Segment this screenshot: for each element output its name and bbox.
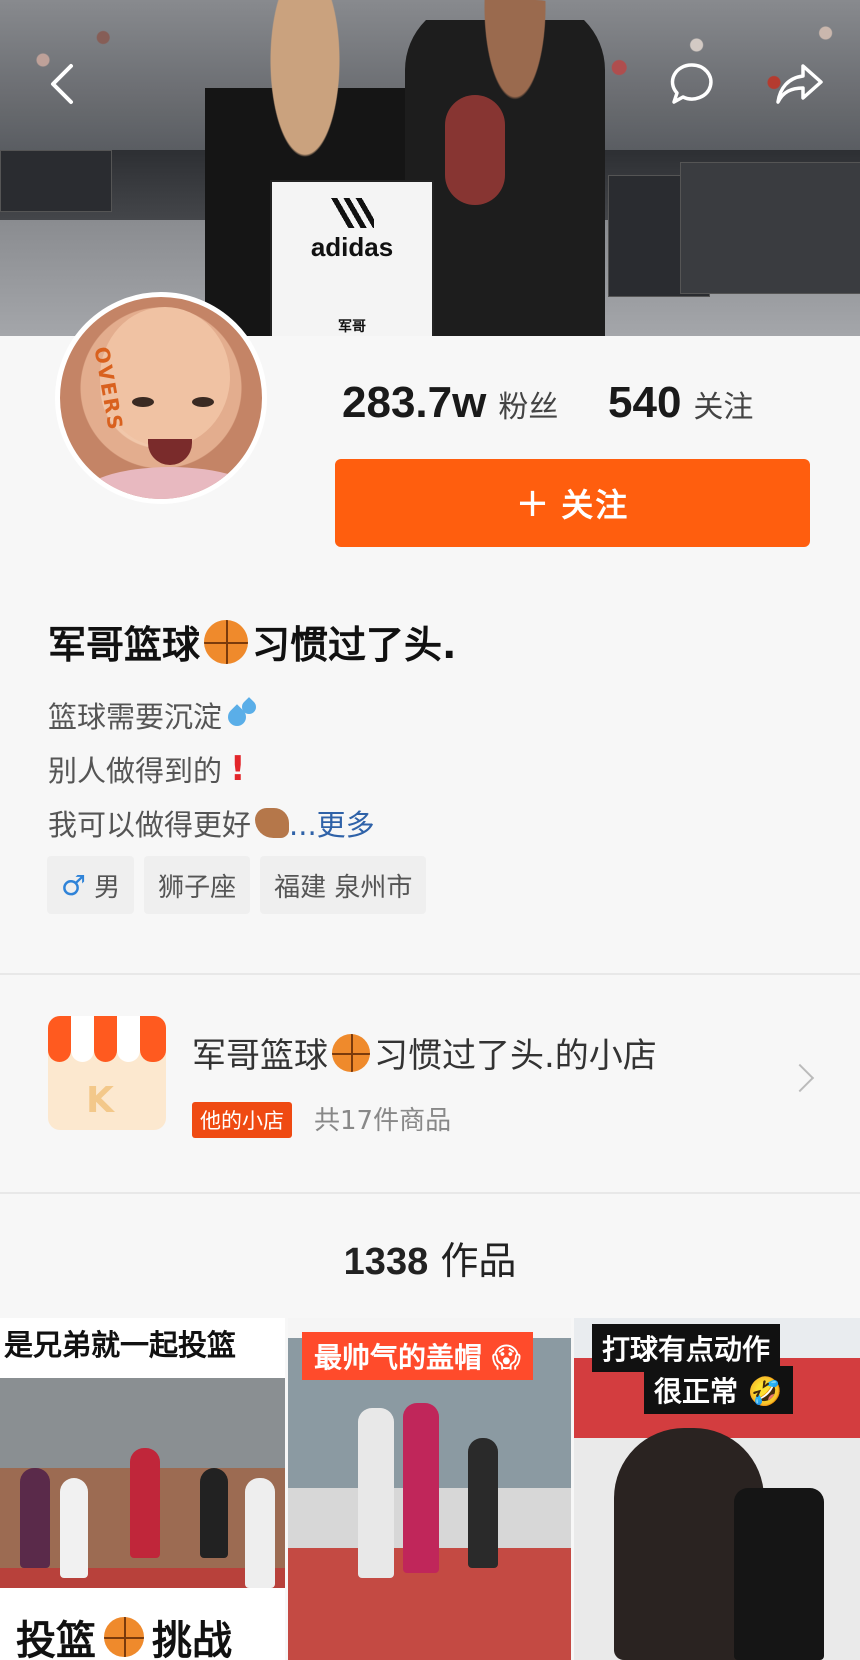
nickname-part1: 军哥篮球 [48,623,201,667]
video-grid: 是兄弟就一起投篮 投篮 挑战 最帅气的盖帽 😱 打球有点动作 很正常 🤣 [0,1318,860,1660]
following-count: 540 [608,378,682,427]
shop-title: 军哥篮球 习惯过了头.的小店 [192,1028,657,1077]
video-tile-1[interactable]: 是兄弟就一起投篮 投篮 挑战 [0,1318,285,1660]
works-label: 作品 [440,1239,517,1283]
video-caption: 打球有点动作 [592,1324,781,1372]
works-header[interactable]: 1338 作品 [0,1230,860,1285]
share-button[interactable] [772,56,828,112]
certificate-name: 军哥 [338,319,366,335]
fans-label: 粉丝 [498,390,559,425]
video-tile-3[interactable]: 打球有点动作 很正常 🤣 [574,1318,860,1660]
sweat-drops-emoji [226,698,260,732]
certificate-brand: adidas [310,232,394,262]
shop-k-letter: K [86,1080,114,1121]
video-tile-2[interactable]: 最帅气的盖帽 😱 [288,1318,571,1660]
shop-entry[interactable]: K 军哥篮球 习惯过了头.的小店 他的小店 共17件商品 [0,976,860,1190]
fans-stat[interactable]: 283.7w 粉丝 [342,378,558,428]
follow-button-label: 关注 [561,486,630,524]
comment-button[interactable] [664,56,720,112]
shop-awning [140,1016,166,1062]
video-figure [130,1448,160,1558]
bio-more-link[interactable]: ...更多 [289,802,375,844]
video-caption-bottom-part2: 挑战 [152,1618,232,1660]
profile-card: OVERS 283.7w 粉丝 540 关注 + 关注 军哥篮球 习惯过了头. … [0,292,860,974]
bio-line: 篮球需要沉淀 [48,694,260,736]
avatar-shirt [80,467,260,499]
plus-icon: + [515,480,552,526]
bio-line: 我可以做得更好 ...更多 [48,802,375,844]
follow-button[interactable]: + 关注 [335,459,810,547]
basketball-emoji [332,1033,370,1072]
back-icon [51,64,73,104]
chevron-right-icon [785,1063,815,1093]
video-caption: 是兄弟就一起投篮 [4,1328,237,1362]
comment-icon [670,63,713,104]
fans-count: 283.7w [342,378,487,427]
tag-zodiac: 狮子座 [144,856,251,914]
cover-sign [0,150,112,212]
basketball-emoji [104,1617,144,1657]
avatar[interactable]: OVERS [55,292,267,504]
video-caption: 最帅气的盖帽 😱 [302,1332,533,1380]
flexed-biceps-emoji [255,808,290,838]
video-figure [60,1478,88,1578]
avatar-eye [132,397,154,407]
shop-count: 共17件商品 [314,1106,452,1136]
avatar-mouth [148,439,192,465]
divider [0,1192,860,1194]
tag-gender: ♂ 男 [47,856,135,914]
cover-sign [680,162,860,294]
cover-player-right [405,0,605,336]
bio-text-3: 我可以做得更好 [48,808,252,842]
shop-awning [94,1016,117,1062]
bio-text-1: 篮球需要沉淀 [48,700,223,734]
following-stat[interactable]: 540 关注 [608,378,753,428]
exclamation-emoji: ! [230,749,246,789]
shop-title-part2: 习惯过了头.的小店 [374,1036,657,1076]
laughing-emoji: 🤣 [747,1375,783,1408]
shop-awning [71,1016,94,1062]
video-caption-bottom: 投篮 挑战 [16,1608,232,1660]
back-button[interactable] [34,56,90,112]
video-caption-text: 最帅气的盖帽 [314,1341,483,1374]
video-caption-line2: 很正常 🤣 [644,1366,793,1414]
works-count: 1338 [343,1241,429,1283]
shop-awning [117,1016,140,1062]
bio-text-2: 别人做得到的 [48,754,223,788]
profile-tags: ♂ 男 狮子座 福建 泉州市 [47,856,427,914]
video-figure [358,1408,394,1578]
video-caption-text: 很正常 [654,1375,739,1408]
cover-photo[interactable]: adidas 军哥 [0,0,860,336]
divider [0,973,860,975]
share-icon [776,64,823,104]
shop-badge: 他的小店 [192,1102,292,1138]
nickname-part2: 习惯过了头. [252,623,457,667]
video-figure [200,1468,228,1558]
tag-zodiac-label: 狮子座 [158,872,237,903]
adidas-logo-icon [330,198,374,228]
scream-emoji: 😱 [491,1341,521,1374]
avatar-eye [192,397,214,407]
bio-line: 别人做得到的 ! [48,748,246,790]
video-caption-bottom-part1: 投篮 [16,1618,96,1660]
shop-title-part1: 军哥篮球 [192,1036,328,1076]
nickname: 军哥篮球 习惯过了头. [48,614,456,669]
video-figure [403,1403,439,1573]
tag-location: 福建 泉州市 [260,856,427,914]
shop-logo: K [48,1016,166,1130]
video-figure [20,1468,50,1568]
shop-awning [48,1016,71,1062]
cover-certificate: adidas 军哥 [270,180,434,336]
following-label: 关注 [693,390,754,425]
basketball-emoji [204,619,249,664]
video-figure [468,1438,498,1568]
video-figure [245,1478,275,1588]
cover-jersey-graphic [445,95,505,205]
gender-male-icon: ♂ [61,868,87,902]
tag-gender-label: 男 [94,872,121,903]
tag-location-label: 福建 泉州市 [274,872,413,903]
video-figure [734,1488,824,1660]
